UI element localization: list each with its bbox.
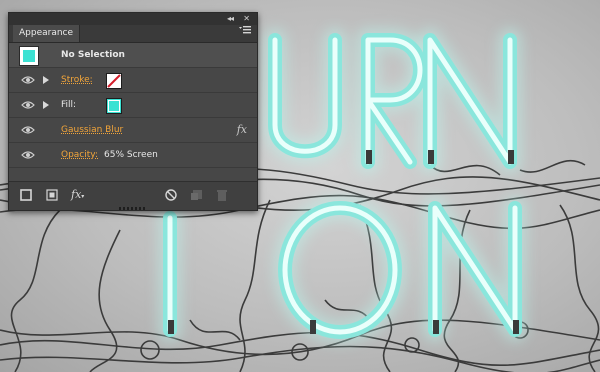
clear-appearance-icon[interactable]	[164, 188, 178, 202]
close-icon[interactable]: ✕	[243, 13, 250, 25]
resize-grip-icon[interactable]	[119, 206, 147, 211]
tab-appearance[interactable]: Appearance	[13, 25, 81, 42]
panel-tab-row: Appearance	[9, 25, 257, 43]
selection-thumbnail	[19, 46, 39, 66]
selection-thumbnail-color	[23, 50, 35, 62]
add-fill-icon[interactable]	[45, 188, 59, 202]
eye-icon[interactable]	[21, 75, 35, 85]
eye-icon[interactable]	[21, 150, 35, 160]
effect-row[interactable]: Gaussian Blur fx	[9, 118, 257, 143]
eye-icon[interactable]	[21, 100, 35, 110]
appearance-panel: ◂◂ ✕ Appearance No Selection Stroke: Fil…	[8, 12, 258, 211]
fill-row[interactable]: Fill:	[9, 93, 257, 118]
opacity-value: 65% Screen	[104, 150, 158, 160]
disclosure-triangle-icon[interactable]	[43, 76, 49, 84]
panel-menu-icon[interactable]	[239, 26, 251, 41]
panel-bottom-toolbar: fx▾	[9, 181, 257, 210]
opacity-row[interactable]: Opacity: 65% Screen	[9, 143, 257, 168]
gaussian-blur-link[interactable]: Gaussian Blur	[61, 118, 123, 142]
fill-swatch[interactable]	[106, 98, 122, 114]
stroke-row[interactable]: Stroke:	[9, 68, 257, 93]
fx-menu-label: fx	[71, 188, 82, 201]
duplicate-item-icon[interactable]	[190, 188, 204, 202]
selection-label: No Selection	[61, 50, 125, 60]
double-chevron-left-icon[interactable]: ◂◂	[227, 13, 234, 25]
fx-menu-icon[interactable]: fx▾	[71, 188, 93, 202]
opacity-label-link[interactable]: Opacity:	[61, 143, 98, 167]
fill-label: Fill:	[61, 100, 77, 110]
trash-icon[interactable]	[215, 188, 229, 202]
stroke-label-link[interactable]: Stroke:	[61, 68, 93, 92]
fx-icon[interactable]: fx	[237, 118, 247, 142]
selection-row[interactable]: No Selection	[9, 43, 257, 68]
eye-icon[interactable]	[21, 125, 35, 135]
add-stroke-icon[interactable]	[19, 188, 33, 202]
stroke-swatch[interactable]	[106, 73, 122, 89]
disclosure-triangle-icon[interactable]	[43, 101, 49, 109]
panel-titlebar[interactable]: ◂◂ ✕	[9, 13, 257, 25]
tab-label: Appearance	[19, 28, 74, 38]
